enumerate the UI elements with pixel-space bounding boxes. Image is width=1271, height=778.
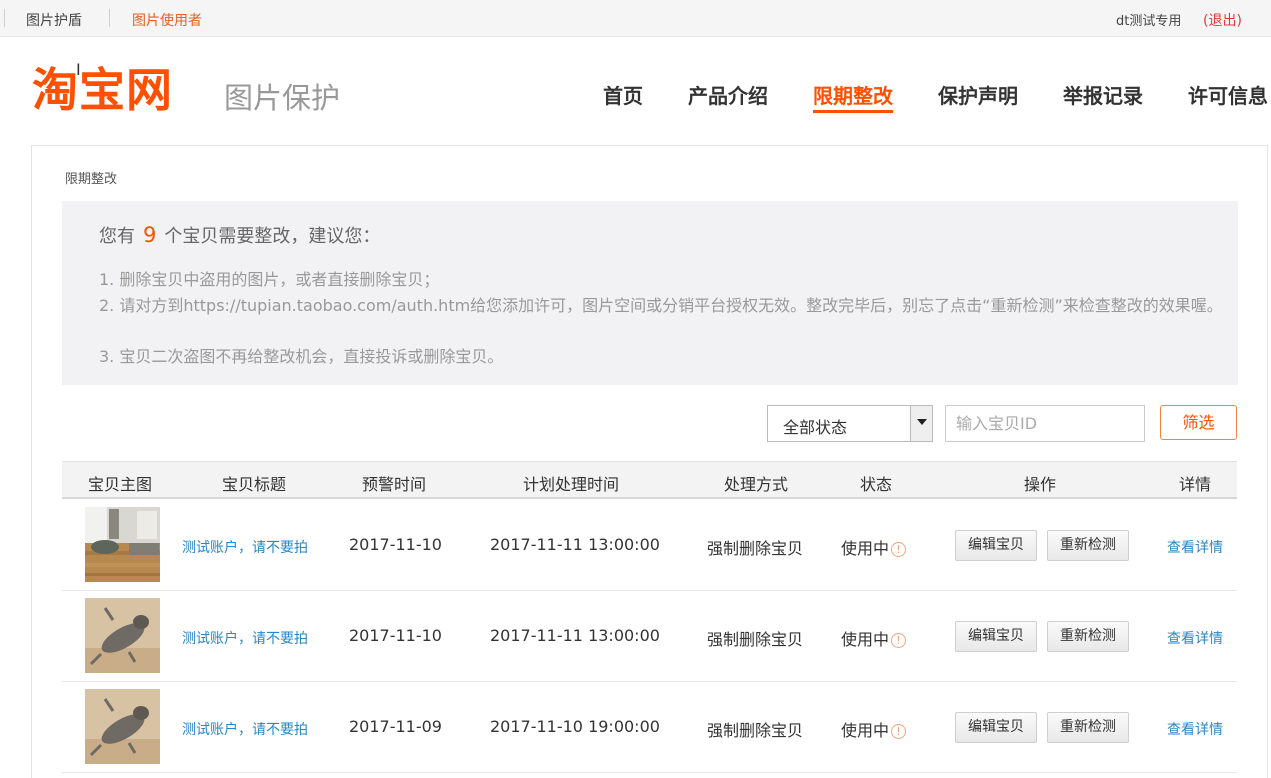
warning-icon[interactable]: ! xyxy=(891,633,907,648)
recheck-button[interactable]: 重新检测 xyxy=(1047,530,1129,561)
filter-button[interactable]: 筛选 xyxy=(1160,405,1237,440)
breadcrumb: 限期整改 xyxy=(65,172,118,187)
item-title-link[interactable]: 测试账户，请不要拍 xyxy=(182,628,308,648)
protect-link[interactable]: 图片护盾 xyxy=(26,10,82,30)
status-text: 使用中 xyxy=(841,539,890,558)
notice-tip-3: 3. 宝贝二次盗图不再给整改机会，直接投诉或删除宝贝。 xyxy=(99,347,504,366)
nav-home[interactable]: 首页 xyxy=(603,82,643,110)
notice-prefix: 您有 xyxy=(99,226,135,247)
table-row: 测试账户，请不要拍 2017-11-09 2017-11-10 19:00:00… xyxy=(62,682,1237,773)
status-select[interactable]: 全部状态 xyxy=(767,405,933,442)
warn-time: 2017-11-10 xyxy=(349,535,442,554)
image-user-link[interactable]: 图片使用者 xyxy=(132,10,202,30)
notice-tip-1: 1. 删除宝贝中盗用的图片，或者直接删除宝贝； xyxy=(99,270,440,289)
item-id-input[interactable] xyxy=(945,405,1145,442)
warn-time: 2017-11-10 xyxy=(349,626,442,645)
col-plan-time: 计划处理时间 xyxy=(523,475,620,494)
handling-method: 强制删除宝贝 xyxy=(707,721,804,740)
edit-item-button[interactable]: 编辑宝贝 xyxy=(955,712,1037,743)
warning-icon[interactable]: ! xyxy=(891,542,907,557)
nav-protection-statement[interactable]: 保护声明 xyxy=(938,82,1018,110)
handling-method: 强制删除宝贝 xyxy=(707,539,804,558)
status-select-value: 全部状态 xyxy=(783,418,848,437)
site-subtitle: 图片保护 xyxy=(224,81,341,115)
item-thumbnail[interactable] xyxy=(85,598,160,673)
status-text: 使用中 xyxy=(841,630,890,649)
col-title: 宝贝标题 xyxy=(222,475,287,494)
status-cell: 使用中! xyxy=(841,717,907,741)
nav-product-intro[interactable]: 产品介绍 xyxy=(688,82,768,110)
table-row: 测试账户，请不要拍 2017-11-10 2017-11-11 13:00:00… xyxy=(62,500,1237,591)
top-bar: 图片护盾 图片使用者 dt测试专用 (退出) xyxy=(0,0,1271,37)
recheck-button[interactable]: 重新检测 xyxy=(1047,621,1129,652)
edit-item-button[interactable]: 编辑宝贝 xyxy=(955,621,1037,652)
recheck-button[interactable]: 重新检测 xyxy=(1047,712,1129,743)
item-thumbnail[interactable] xyxy=(85,507,160,582)
edit-item-button[interactable]: 编辑宝贝 xyxy=(955,530,1037,561)
warning-icon[interactable]: ! xyxy=(891,724,907,739)
status-text: 使用中 xyxy=(841,721,890,740)
username: dt测试专用 xyxy=(1116,14,1182,29)
view-detail-link[interactable]: 查看详情 xyxy=(1167,719,1223,739)
col-main-image: 宝贝主图 xyxy=(88,475,153,494)
item-title-link[interactable]: 测试账户，请不要拍 xyxy=(182,719,308,739)
col-detail: 详情 xyxy=(1179,475,1212,494)
logout-link[interactable]: (退出) xyxy=(1203,10,1242,30)
plan-time: 2017-11-11 13:00:00 xyxy=(490,626,660,645)
table-header: 宝贝主图 宝贝标题 预警时间 计划处理时间 处理方式 状态 操作 详情 xyxy=(62,461,1237,499)
view-detail-link[interactable]: 查看详情 xyxy=(1167,537,1223,557)
table-row: 测试账户，请不要拍 2017-11-10 2017-11-11 13:00:00… xyxy=(62,591,1237,682)
col-method: 处理方式 xyxy=(724,475,789,494)
nav-report-records[interactable]: 举报记录 xyxy=(1063,82,1143,110)
plan-time: 2017-11-10 19:00:00 xyxy=(490,717,660,736)
item-thumbnail[interactable] xyxy=(85,689,160,764)
nav-rectification[interactable]: 限期整改 xyxy=(813,82,893,113)
item-title-link[interactable]: 测试账户，请不要拍 xyxy=(182,537,308,557)
handling-method: 强制删除宝贝 xyxy=(707,630,804,649)
rectify-count: 9 xyxy=(143,223,157,247)
dropdown-arrow-icon[interactable] xyxy=(910,406,932,441)
divider xyxy=(109,9,110,27)
status-cell: 使用中! xyxy=(841,535,907,559)
nav-license-info[interactable]: 许可信息 xyxy=(1188,82,1268,110)
divider xyxy=(4,9,5,27)
view-detail-link[interactable]: 查看详情 xyxy=(1167,628,1223,648)
notice-summary: 您有 9 个宝贝需要整改，建议您： xyxy=(99,221,380,251)
taobao-logo[interactable]: 淘宝网 xyxy=(32,62,173,118)
notice-box: 您有 9 个宝贝需要整改，建议您： 1. 删除宝贝中盗用的图片，或者直接删除宝贝； … xyxy=(62,201,1238,385)
col-status: 状态 xyxy=(860,475,893,494)
warn-time: 2017-11-09 xyxy=(349,717,442,736)
text-cursor-icon: I xyxy=(76,60,81,79)
notice-suffix: 个宝贝需要整改，建议您： xyxy=(164,226,381,247)
col-warn-time: 预警时间 xyxy=(362,475,427,494)
col-actions: 操作 xyxy=(1024,475,1057,494)
notice-tip-2: 2. 请对方到https://tupian.taobao.com/auth.ht… xyxy=(99,296,1223,315)
plan-time: 2017-11-11 13:00:00 xyxy=(490,535,660,554)
status-cell: 使用中! xyxy=(841,626,907,650)
